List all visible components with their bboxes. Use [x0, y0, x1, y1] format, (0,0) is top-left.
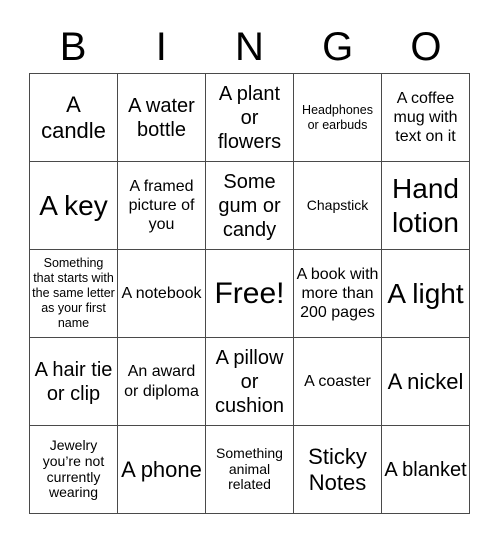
cell-text: A water bottle: [128, 94, 195, 141]
bingo-cell-r3c2[interactable]: A notebook: [118, 250, 206, 338]
cell-text: A phone: [121, 456, 202, 482]
bingo-cell-free-space[interactable]: Free!: [206, 250, 294, 338]
header-letter-n: N: [235, 25, 264, 69]
cell-text: A coffee mug with text on it: [393, 89, 458, 146]
bingo-cell-r5c5[interactable]: A blanket: [382, 426, 470, 514]
cell-text: A pillow or cushion: [215, 346, 284, 417]
cell-text: A light: [387, 277, 464, 309]
bingo-cell-r5c1[interactable]: Jewelry you’re not currently wearing: [30, 426, 118, 514]
header-letter-o: O: [410, 25, 442, 69]
bingo-cell-r2c4[interactable]: Chapstick: [294, 162, 382, 250]
cell-text: A key: [39, 189, 108, 221]
bingo-cell-r2c5[interactable]: Hand lotion: [382, 162, 470, 250]
cell-text: Chapstick: [306, 196, 369, 213]
bingo-cell-r1c1[interactable]: A candle: [30, 74, 118, 162]
bingo-cell-r5c3[interactable]: Something animal related: [206, 426, 294, 514]
cell-text: A framed picture of you: [128, 177, 195, 234]
cell-text: A coaster: [304, 372, 371, 390]
bingo-cell-r1c4[interactable]: Headphones or earbuds: [294, 74, 382, 162]
cell-text: Something animal related: [216, 444, 283, 493]
bingo-cell-r3c5[interactable]: A light: [382, 250, 470, 338]
cell-text: A book with more than 200 pages: [296, 265, 379, 322]
cell-text: A plant or flowers: [217, 82, 282, 153]
cell-text: A blanket: [384, 458, 467, 481]
cell-text: A nickel: [387, 368, 464, 394]
cell-text: Some gum or candy: [218, 170, 281, 241]
bingo-cell-r2c2[interactable]: A framed picture of you: [118, 162, 206, 250]
bingo-cell-r3c4[interactable]: A book with more than 200 pages: [294, 250, 382, 338]
cell-text: An award or diploma: [124, 363, 199, 400]
bingo-cell-r1c3[interactable]: A plant or flowers: [206, 74, 294, 162]
bingo-cell-r1c2[interactable]: A water bottle: [118, 74, 206, 162]
header-letter-b: B: [59, 25, 87, 69]
bingo-cell-r4c3[interactable]: A pillow or cushion: [206, 338, 294, 426]
bingo-cell-r1c5[interactable]: A coffee mug with text on it: [382, 74, 470, 162]
bingo-cell-r3c1[interactable]: Something that starts with the same lett…: [30, 250, 118, 338]
bingo-cell-r5c4[interactable]: Sticky Notes: [294, 426, 382, 514]
bingo-cell-r5c2[interactable]: A phone: [118, 426, 206, 514]
bingo-header: B I N G O: [29, 22, 470, 72]
bingo-cell-r4c2[interactable]: An award or diploma: [118, 338, 206, 426]
cell-text: Hand lotion: [392, 172, 459, 238]
cell-text: Free!: [214, 276, 285, 310]
bingo-cell-r2c3[interactable]: Some gum or candy: [206, 162, 294, 250]
bingo-cell-r4c1[interactable]: A hair tie or clip: [30, 338, 118, 426]
bingo-board: A candle A water bottle A plant or flowe…: [29, 73, 470, 514]
bingo-cell-r2c1[interactable]: A key: [30, 162, 118, 250]
cell-text: Jewelry you’re not currently wearing: [42, 437, 105, 501]
header-letter-i: I: [155, 25, 167, 69]
bingo-cell-r4c5[interactable]: A nickel: [382, 338, 470, 426]
cell-text: A notebook: [121, 284, 202, 302]
header-letter-g: G: [322, 25, 354, 69]
cell-text: A hair tie or clip: [34, 358, 113, 405]
cell-text: Sticky Notes: [308, 444, 367, 495]
cell-text: A candle: [41, 92, 106, 143]
cell-text: Something that starts with the same lett…: [32, 256, 115, 330]
cell-text: Headphones or earbuds: [302, 102, 373, 132]
bingo-cell-r4c4[interactable]: A coaster: [294, 338, 382, 426]
